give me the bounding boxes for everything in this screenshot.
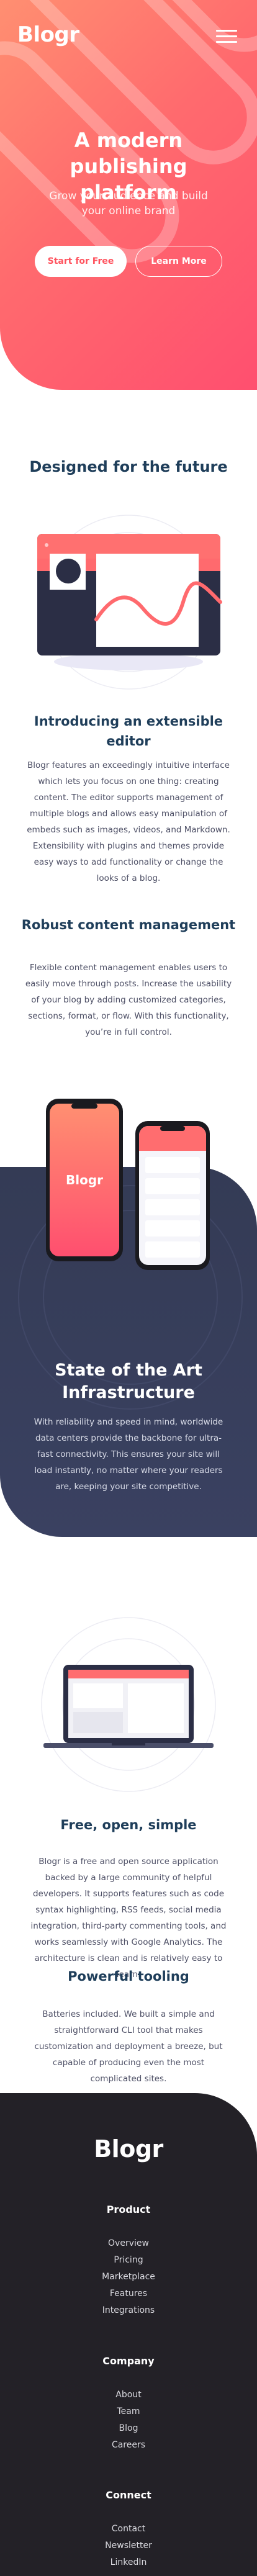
powerful-tooling-title: Powerful tooling <box>68 1969 189 1984</box>
footer-link-features[interactable]: Features <box>0 2289 257 2299</box>
hero-subtitle: Grow your audience and build your online… <box>49 190 208 217</box>
footer-heading-company: Company <box>102 2355 155 2367</box>
section-heading-future: Designed for the future <box>29 458 228 475</box>
infrastructure-text: With reliability and speed in mind, worl… <box>34 1417 223 1492</box>
footer-link-marketplace[interactable]: Marketplace <box>0 2272 257 2282</box>
footer-heading-product: Product <box>106 2204 151 2215</box>
phone-logo-text: Blogr <box>66 1173 103 1187</box>
top-navigation: Blogr <box>17 22 240 47</box>
laptop-illustration <box>41 1617 216 1792</box>
hero-section: Blogr A modern publishing platform Grow … <box>0 0 257 390</box>
content-management-title: Robust content management <box>21 917 236 932</box>
content-management-text: Flexible content management enables user… <box>25 963 232 1037</box>
free-open-simple-title: Free, open, simple <box>60 1817 197 1832</box>
footer-link-integrations[interactable]: Integrations <box>0 2305 257 2315</box>
footer-link-contact[interactable]: Contact <box>0 2524 257 2534</box>
phones-illustration: Blogr <box>46 1099 210 1270</box>
start-for-free-button[interactable]: Start for Free <box>35 246 127 277</box>
editor-text: Blogr features an exceedingly intuitive … <box>27 760 230 883</box>
hamburger-menu-icon[interactable] <box>216 30 237 43</box>
site-footer <box>0 2093 257 2576</box>
learn-more-button[interactable]: Learn More <box>135 246 222 277</box>
site-logo[interactable]: Blogr <box>17 22 79 47</box>
footer-link-careers[interactable]: Careers <box>0 2440 257 2450</box>
editor-title: Introducing an extensible editor <box>34 714 223 749</box>
footer-heading-connect: Connect <box>106 2489 151 2501</box>
footer-link-overview[interactable]: Overview <box>0 2238 257 2248</box>
footer-link-about[interactable]: About <box>0 2390 257 2400</box>
free-open-simple-text: Blogr is a free and open source applicat… <box>30 1857 227 1979</box>
footer-link-blog[interactable]: Blog <box>0 2423 257 2433</box>
footer-link-linkedin[interactable]: LinkedIn <box>0 2557 257 2567</box>
infrastructure-title: State of the Art Infrastructure <box>55 1361 202 1402</box>
powerful-tooling-text: Batteries included. We built a simple an… <box>34 2009 223 2084</box>
editor-illustration <box>37 515 222 690</box>
footer-logo[interactable]: Blogr <box>0 2135 257 2163</box>
footer-link-newsletter[interactable]: Newsletter <box>0 2541 257 2551</box>
footer-link-team[interactable]: Team <box>0 2407 257 2416</box>
footer-link-pricing[interactable]: Pricing <box>0 2255 257 2265</box>
